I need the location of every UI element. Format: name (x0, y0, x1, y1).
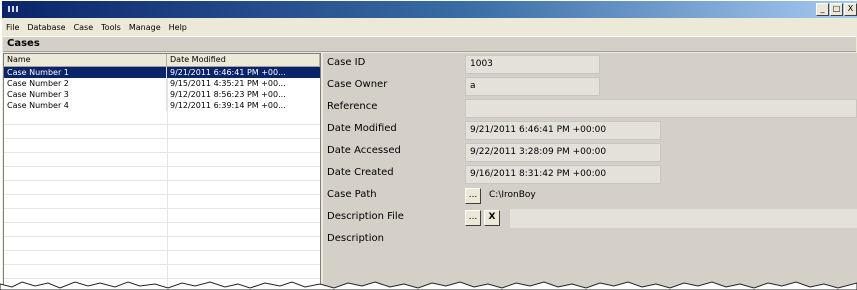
property-case-id: Case ID 1003 (323, 53, 857, 75)
case-date-modified: 9/15/2011 4:35:21 PM +00... (170, 79, 286, 88)
case-properties: Case ID 1003 Case Owner a Reference Date… (323, 53, 857, 290)
menu-bar: File Database Case Tools Manage Help (2, 19, 857, 36)
case-owner-label: Case Owner (327, 79, 388, 90)
property-description: Description (323, 229, 857, 251)
list-item[interactable]: Case Number 2 9/15/2011 4:35:21 PM +00..… (4, 78, 320, 89)
case-name: Case Number 3 (4, 89, 167, 100)
date-accessed-label: Date Accessed (327, 145, 401, 156)
menu-database[interactable]: Database (27, 23, 65, 32)
case-path-label: Case Path (327, 189, 377, 200)
torn-edge-decoration (0, 281, 857, 290)
description-file-field[interactable] (510, 209, 857, 228)
description-file-browse-button[interactable]: ... (465, 210, 481, 226)
cases-panel-title: Cases (3, 36, 856, 52)
case-path-field[interactable]: C:\IronBoy (486, 187, 857, 206)
title-bar[interactable]: _ □ X (2, 1, 857, 18)
list-header: Name Date Modified (4, 54, 320, 67)
property-description-file: Description File ... X (323, 207, 857, 229)
case-path-browse-button[interactable]: ... (465, 188, 481, 204)
app-icon (8, 6, 18, 12)
column-header-name[interactable]: Name (4, 54, 167, 67)
maximize-button[interactable]: □ (830, 3, 843, 16)
description-file-label: Description File (327, 211, 404, 222)
property-case-owner: Case Owner a (323, 75, 857, 97)
property-reference: Reference (323, 97, 857, 119)
application-window: _ □ X File Database Case Tools Manage He… (2, 1, 857, 290)
menu-case[interactable]: Case (74, 23, 94, 32)
date-modified-label: Date Modified (327, 123, 397, 134)
property-case-path: Case Path ... C:\IronBoy (323, 185, 857, 207)
menu-file[interactable]: File (6, 23, 19, 32)
case-name: Case Number 2 (4, 78, 167, 89)
date-accessed-field[interactable]: 9/22/2011 3:28:09 PM +00:00 (465, 143, 661, 162)
menu-tools[interactable]: Tools (101, 23, 121, 32)
case-owner-field[interactable]: a (465, 77, 600, 96)
list-item[interactable]: Case Number 1 9/21/2011 6:46:41 PM +00..… (4, 67, 320, 78)
column-header-date-modified[interactable]: Date Modified (167, 54, 320, 67)
case-id-label: Case ID (327, 57, 366, 68)
reference-field[interactable] (465, 99, 857, 118)
minimize-button[interactable]: _ (816, 3, 829, 16)
reference-label: Reference (327, 101, 378, 112)
case-date-modified: 9/12/2011 8:56:23 PM +00... (170, 90, 286, 99)
list-rows: Case Number 1 9/21/2011 6:46:41 PM +00..… (4, 67, 320, 111)
menu-manage[interactable]: Manage (129, 23, 161, 32)
description-label: Description (327, 233, 384, 244)
case-name: Case Number 1 (4, 67, 167, 78)
list-item[interactable]: Case Number 4 9/12/2011 6:39:14 PM +00..… (4, 100, 320, 111)
property-date-created: Date Created 9/16/2011 8:31:42 PM +00:00 (323, 163, 857, 185)
description-file-clear-button[interactable]: X (484, 210, 500, 226)
date-modified-field[interactable]: 9/21/2011 6:46:41 PM +00:00 (465, 121, 661, 140)
property-date-modified: Date Modified 9/21/2011 6:46:41 PM +00:0… (323, 119, 857, 141)
date-created-field[interactable]: 9/16/2011 8:31:42 PM +00:00 (465, 165, 661, 184)
date-created-label: Date Created (327, 167, 394, 178)
case-name: Case Number 4 (4, 100, 167, 111)
close-button[interactable]: X (844, 3, 857, 16)
case-id-field[interactable]: 1003 (465, 55, 600, 74)
property-date-accessed: Date Accessed 9/22/2011 3:28:09 PM +00:0… (323, 141, 857, 163)
list-item[interactable]: Case Number 3 9/12/2011 8:56:23 PM +00..… (4, 89, 320, 100)
case-date-modified: 9/21/2011 6:46:41 PM +00... (170, 68, 286, 77)
case-list[interactable]: Name Date Modified Case Number 1 9/21/20… (3, 53, 321, 290)
case-date-modified: 9/12/2011 6:39:14 PM +00... (170, 101, 286, 110)
empty-list-grid (4, 111, 320, 289)
caption-buttons: _ □ X (815, 3, 857, 16)
menu-help[interactable]: Help (169, 23, 187, 32)
